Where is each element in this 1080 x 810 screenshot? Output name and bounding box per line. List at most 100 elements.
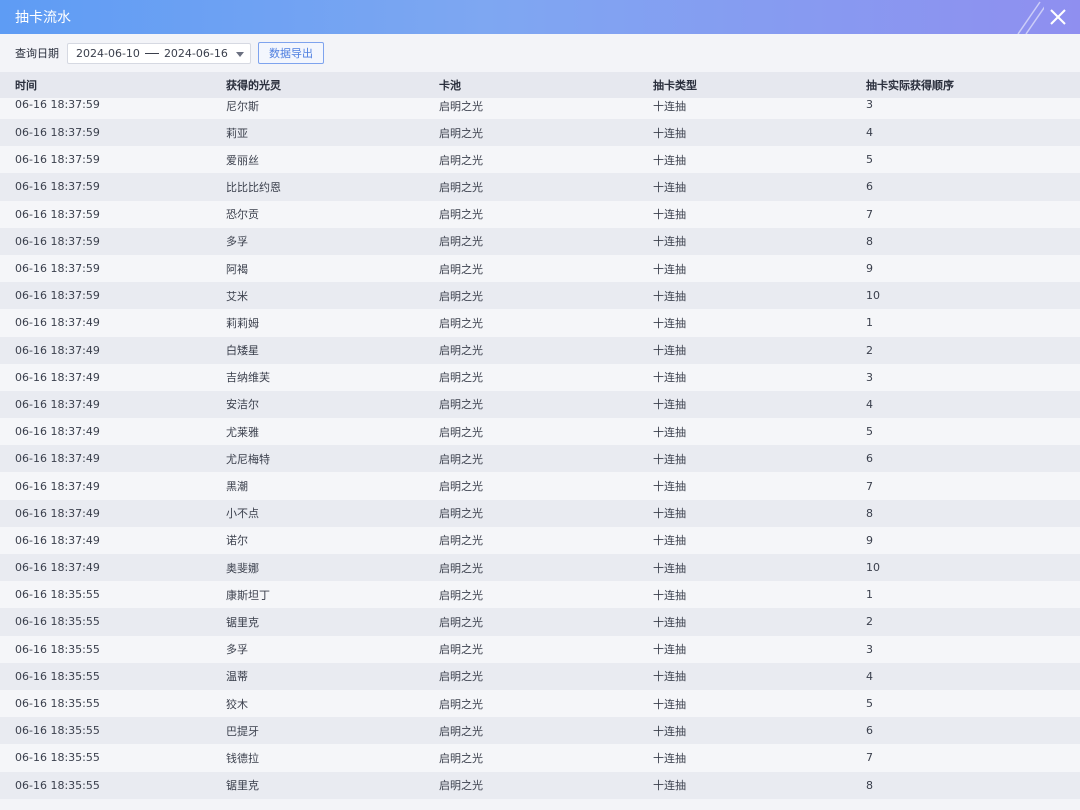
cell-character: 康斯坦丁 [226, 588, 270, 602]
cell-character: 诺尔 [226, 534, 248, 548]
cell-character: 白矮星 [226, 344, 259, 358]
cell-time: 06-16 18:37:59 [15, 153, 100, 167]
cell-draw-type: 十连抽 [653, 100, 686, 113]
cell-pool: 启明之光 [439, 534, 483, 548]
cell-order: 7 [866, 479, 873, 493]
table-row[interactable]: 06-16 18:37:49 莉莉姆 启明之光 十连抽 1 [0, 309, 1080, 337]
table-row[interactable]: 06-16 18:35:55 狡木 启明之光 十连抽 5 [0, 689, 1080, 718]
column-header-pool[interactable]: 卡池 [425, 77, 639, 93]
export-data-button[interactable]: 数据导出 [258, 42, 324, 64]
table-row[interactable]: 06-16 18:37:49 黑潮 启明之光 十连抽 7 [0, 472, 1080, 500]
table-row[interactable]: 06-16 18:37:49 奥斐娜 启明之光 十连抽 10 [0, 554, 1080, 582]
cell-time: 06-16 18:37:59 [15, 126, 100, 140]
cell-time: 06-16 18:37:49 [15, 506, 100, 520]
table-row[interactable]: 06-16 18:37:49 吉纳维芙 启明之光 十连抽 3 [0, 363, 1080, 391]
cell-order: 2 [866, 615, 873, 629]
cell-draw-type: 十连抽 [653, 588, 686, 602]
cell-character: 多孚 [226, 643, 248, 657]
cell-draw-type: 十连抽 [653, 316, 686, 330]
cell-draw-type: 十连抽 [653, 153, 686, 167]
cell-character: 阿褐 [226, 262, 248, 276]
column-header-time[interactable]: 时间 [0, 77, 212, 93]
table-row[interactable]: 06-16 18:37:59 比比比约恩 启明之光 十连抽 6 [0, 173, 1080, 201]
cell-order: 6 [866, 452, 873, 466]
cell-order: 5 [866, 153, 873, 167]
table-row[interactable]: 06-16 18:37:49 尤莱雅 启明之光 十连抽 5 [0, 418, 1080, 446]
date-separator [144, 52, 159, 54]
cell-draw-type: 十连抽 [653, 697, 686, 711]
table-row[interactable]: 06-16 18:37:49 诺尔 启明之光 十连抽 9 [0, 526, 1080, 554]
title-decoration [1017, 1, 1044, 34]
table-header: 时间 获得的光灵 卡池 抽卡类型 抽卡实际获得顺序 [0, 72, 1080, 98]
cell-order: 2 [866, 343, 873, 357]
table-row[interactable]: 06-16 18:35:55 康斯坦丁 启明之光 十连抽 1 [0, 581, 1080, 609]
window-title: 抽卡流水 [15, 10, 71, 26]
table-row[interactable]: 06-16 18:37:59 恐尔贡 启明之光 十连抽 7 [0, 200, 1080, 228]
cell-draw-type: 十连抽 [653, 371, 686, 385]
table-row[interactable]: 06-16 18:37:49 尤尼梅特 启明之光 十连抽 6 [0, 445, 1080, 473]
table-row[interactable]: 06-16 18:37:59 莉亚 启明之光 十连抽 4 [0, 119, 1080, 147]
cell-pool: 启明之光 [439, 153, 483, 167]
table-row[interactable]: 06-16 18:35:55 温蒂 启明之光 十连抽 4 [0, 662, 1080, 690]
cell-pool: 启明之光 [439, 724, 483, 738]
cell-pool: 启明之光 [439, 507, 483, 521]
cell-order: 5 [866, 425, 873, 439]
table-row[interactable]: 06-16 18:37:59 阿褐 启明之光 十连抽 9 [0, 254, 1080, 283]
table-row[interactable]: 06-16 18:37:49 小不点 启明之光 十连抽 8 [0, 499, 1080, 527]
column-header-character[interactable]: 获得的光灵 [212, 77, 425, 93]
date-end: 2024-06-16 [163, 46, 228, 60]
cell-draw-type: 十连抽 [653, 615, 686, 629]
table-row[interactable]: 06-16 18:37:59 爱丽丝 启明之光 十连抽 5 [0, 146, 1080, 174]
cell-time: 06-16 18:37:49 [15, 343, 100, 357]
cell-pool: 启明之光 [439, 344, 483, 358]
cell-pool: 启明之光 [439, 480, 483, 494]
column-header-order[interactable]: 抽卡实际获得顺序 [852, 77, 1080, 93]
table-row[interactable]: 06-16 18:35:55 钱德拉 启明之光 十连抽 7 [0, 744, 1080, 772]
cell-character: 尤尼梅特 [226, 452, 270, 466]
table-row[interactable]: 06-16 18:37:49 安洁尔 启明之光 十连抽 4 [0, 390, 1080, 419]
table-row[interactable]: 06-16 18:35:55 巴提牙 启明之光 十连抽 6 [0, 717, 1080, 745]
table-row[interactable]: 06-16 18:35:55 锯里克 启明之光 十连抽 2 [0, 608, 1080, 636]
cell-draw-type: 十连抽 [653, 480, 686, 494]
table-row[interactable]: 06-16 18:37:59 艾米 启明之光 十连抽 10 [0, 282, 1080, 310]
cell-draw-type: 十连抽 [653, 670, 686, 684]
cell-pool: 启明之光 [439, 235, 483, 249]
draw-record-table: 时间 获得的光灵 卡池 抽卡类型 抽卡实际获得顺序 06-16 18:37:59… [0, 72, 1080, 799]
cell-time: 06-16 18:37:49 [15, 397, 100, 411]
cell-character: 狡木 [226, 697, 248, 711]
cell-pool: 启明之光 [439, 779, 483, 793]
cell-draw-type: 十连抽 [653, 561, 686, 575]
cell-time: 06-16 18:35:55 [15, 615, 100, 629]
table-row[interactable]: 06-16 18:37:49 白矮星 启明之光 十连抽 2 [0, 336, 1080, 364]
cell-pool: 启明之光 [439, 643, 483, 657]
cell-order: 4 [866, 669, 873, 683]
table-body[interactable]: 06-16 18:37:59 尼尔斯 启明之光 十连抽 3 06-16 18:37:59 莉… [0, 98, 1080, 799]
cell-pool: 启明之光 [439, 180, 483, 194]
column-header-draw-type[interactable]: 抽卡类型 [639, 77, 852, 93]
table-row[interactable]: 06-16 18:37:59 尼尔斯 启明之光 十连抽 3 [0, 98, 1080, 119]
cell-character: 多孚 [226, 235, 248, 249]
cell-draw-type: 十连抽 [653, 779, 686, 793]
cell-pool: 启明之光 [439, 615, 483, 629]
table-row[interactable]: 06-16 18:35:55 锯里克 启明之光 十连抽 8 [0, 771, 1080, 799]
cell-character: 莉亚 [226, 126, 248, 140]
cell-character: 黑潮 [226, 480, 248, 494]
cell-pool: 启明之光 [439, 126, 483, 140]
table-row[interactable]: 06-16 18:37:59 多孚 启明之光 十连抽 8 [0, 227, 1080, 255]
cell-draw-type: 十连抽 [653, 425, 686, 439]
cell-pool: 启明之光 [439, 561, 483, 575]
cell-character: 尼尔斯 [226, 100, 259, 113]
cell-draw-type: 十连抽 [653, 208, 686, 222]
cell-time: 06-16 18:37:49 [15, 452, 100, 466]
cell-time: 06-16 18:35:55 [15, 751, 100, 765]
cell-time: 06-16 18:37:59 [15, 98, 100, 111]
date-range-picker[interactable]: 2024-06-10 2024-06-16 [67, 42, 251, 64]
cell-time: 06-16 18:37:49 [15, 479, 100, 493]
close-icon[interactable] [1046, 5, 1070, 29]
cell-draw-type: 十连抽 [653, 643, 686, 657]
table-row[interactable]: 06-16 18:35:55 多孚 启明之光 十连抽 3 [0, 635, 1080, 663]
cell-draw-type: 十连抽 [653, 724, 686, 738]
cell-pool: 启明之光 [439, 208, 483, 222]
cell-pool: 启明之光 [439, 452, 483, 466]
cell-time: 06-16 18:35:55 [15, 642, 100, 656]
